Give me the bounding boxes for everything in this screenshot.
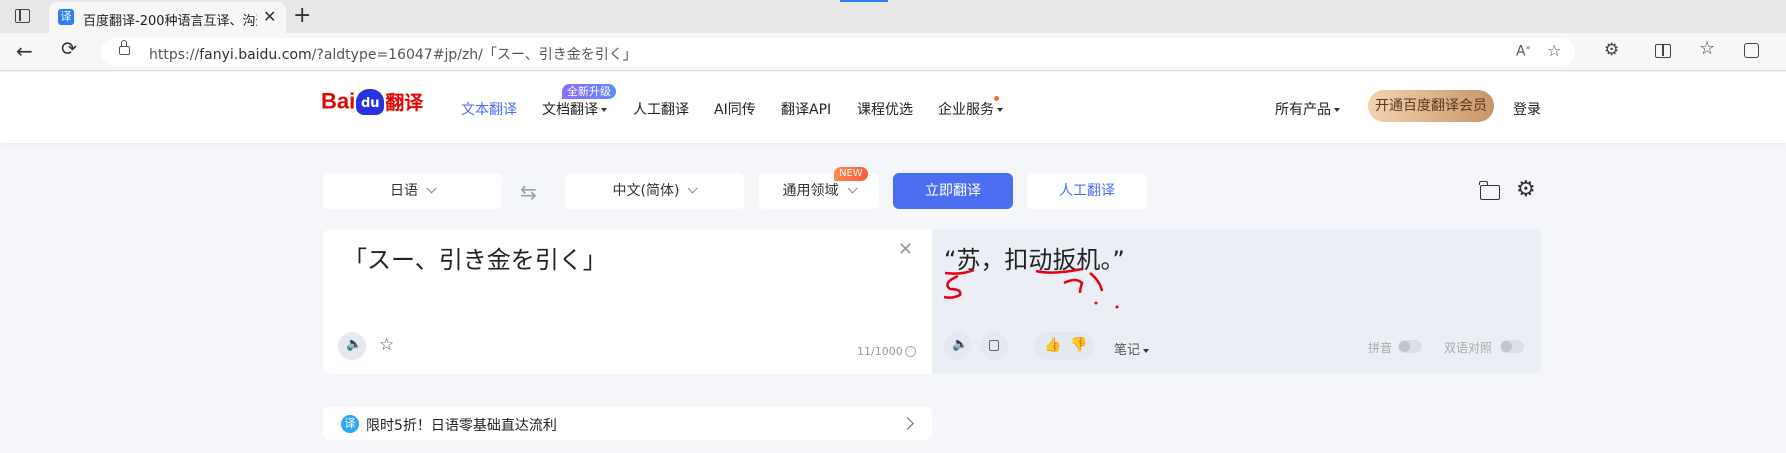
close-tab-icon[interactable]: ✕ xyxy=(263,7,276,26)
tab-title: 百度翻译-200种语言互译、沟通全世界！ xyxy=(83,14,257,29)
target-panel: “苏，扣动扳机。” 🔈 👍 👎 笔记 拼音 双语对照 xyxy=(932,229,1542,374)
all-products-menu[interactable]: 所有产品 xyxy=(1275,99,1340,119)
copy-icon[interactable] xyxy=(980,332,1008,360)
favorites-icon[interactable]: ☆ xyxy=(1699,38,1715,59)
browser-address-bar: ← ⟳ https://fanyi.baidu.com/?aldtype=160… xyxy=(0,33,1786,71)
target-speaker-icon[interactable]: 🔈 xyxy=(944,332,972,360)
nav-text-translate[interactable]: 文本翻译 xyxy=(461,99,517,119)
promo-banner[interactable]: 译 限时5折！日语零基础直达流利 xyxy=(323,407,932,440)
tab-actions-icon[interactable] xyxy=(15,9,30,23)
info-icon xyxy=(905,346,916,357)
logo-paw-icon: du xyxy=(356,88,385,115)
thumbs-down-icon[interactable]: 👎 xyxy=(1070,337,1087,353)
pinyin-label: 拼音 xyxy=(1368,341,1393,355)
progress-indicator xyxy=(840,0,888,2)
chevron-down-icon xyxy=(847,183,857,194)
url-text: https://fanyi.baidu.com/?aldtype=16047#j… xyxy=(149,47,637,63)
new-tab-icon[interactable]: + xyxy=(293,3,311,28)
chevron-down-icon xyxy=(601,108,607,112)
lock-icon xyxy=(119,40,130,55)
site-header: Bai du 翻译 文本翻译 文档翻译 全新升级 人工翻译 AI同传 翻译API 课… xyxy=(0,72,1786,143)
nav-doc-translate[interactable]: 文档翻译 xyxy=(542,99,607,119)
translate-now-button[interactable]: 立即翻译 xyxy=(893,173,1013,209)
source-speaker-icon[interactable]: 🔈 xyxy=(338,332,366,360)
swap-languages-icon[interactable]: ⇆ xyxy=(520,180,537,204)
new-badge: NEW xyxy=(834,167,868,181)
url-field[interactable]: https://fanyi.baidu.com/?aldtype=16047#j… xyxy=(101,38,1575,66)
favorite-add-icon[interactable]: ☆ xyxy=(1547,41,1561,60)
thumbs-up-icon[interactable]: 👍 xyxy=(1044,337,1061,353)
char-count: 11/1000 xyxy=(857,345,903,358)
split-screen-icon[interactable] xyxy=(1655,44,1671,58)
browser-tab-bar: 译 百度翻译-200种语言互译、沟通全世界！ ✕ + xyxy=(0,0,1786,33)
chevron-down-icon xyxy=(997,108,1003,112)
pinyin-toggle[interactable] xyxy=(1398,340,1422,353)
browser-tab[interactable]: 译 百度翻译-200种语言互译、沟通全世界！ ✕ xyxy=(49,2,286,33)
bilingual-label: 双语对照 xyxy=(1444,341,1493,355)
notification-dot xyxy=(994,96,999,101)
extensions-icon[interactable]: ⚙ xyxy=(1604,40,1619,60)
promo-text: 限时5折！日语零基础直达流利 xyxy=(366,418,557,434)
clear-text-icon[interactable]: ✕ xyxy=(898,239,913,260)
login-link[interactable]: 登录 xyxy=(1513,99,1541,119)
nav-ai-interpret[interactable]: AI同传 xyxy=(714,99,756,119)
nav-enterprise[interactable]: 企业服务 xyxy=(938,99,1003,119)
source-panel: 「スー、引き金を引く」 ✕ 🔈 ☆ 11/1000 xyxy=(323,229,932,374)
collections-icon[interactable] xyxy=(1744,43,1759,58)
source-language-select[interactable]: 日语 xyxy=(323,173,502,209)
baidu-translate-logo[interactable]: Bai du 翻译 xyxy=(321,88,423,122)
folder-icon[interactable] xyxy=(1479,181,1500,200)
favorite-star-icon[interactable]: ☆ xyxy=(379,335,394,355)
bilingual-toggle[interactable] xyxy=(1500,340,1524,353)
nav-human-translate[interactable]: 人工翻译 xyxy=(633,99,689,119)
nav-translate-api[interactable]: 翻译API xyxy=(781,99,831,119)
chevron-right-icon xyxy=(901,417,914,430)
chevron-down-icon xyxy=(1334,108,1340,112)
settings-gear-icon[interactable]: ⚙ xyxy=(1516,177,1536,202)
back-icon[interactable]: ← xyxy=(16,39,33,63)
chevron-down-icon xyxy=(1143,348,1150,353)
read-aloud-icon[interactable]: A» xyxy=(1516,43,1530,60)
logo-text-fanyi: 翻译 xyxy=(385,92,424,114)
logo-text-bai: Bai xyxy=(321,88,356,114)
promo-icon: 译 xyxy=(341,415,359,433)
target-language-select[interactable]: 中文(简体) xyxy=(565,173,744,209)
refresh-icon[interactable]: ⟳ xyxy=(61,38,77,60)
human-translate-button[interactable]: 人工翻译 xyxy=(1027,173,1147,209)
baidu-translate-favicon-icon: 译 xyxy=(58,9,74,25)
nav-courses[interactable]: 课程优选 xyxy=(857,99,913,119)
source-text-input[interactable]: 「スー、引き金を引く」 xyxy=(343,240,607,275)
notes-menu[interactable]: 笔记 xyxy=(1114,339,1150,358)
chevron-down-icon xyxy=(688,183,698,194)
chevron-down-icon xyxy=(426,183,437,194)
handwritten-annotation xyxy=(943,267,1119,309)
new-upgrade-badge: 全新升级 xyxy=(562,84,616,99)
vip-button[interactable]: 开通百度翻译会员 xyxy=(1368,90,1494,122)
